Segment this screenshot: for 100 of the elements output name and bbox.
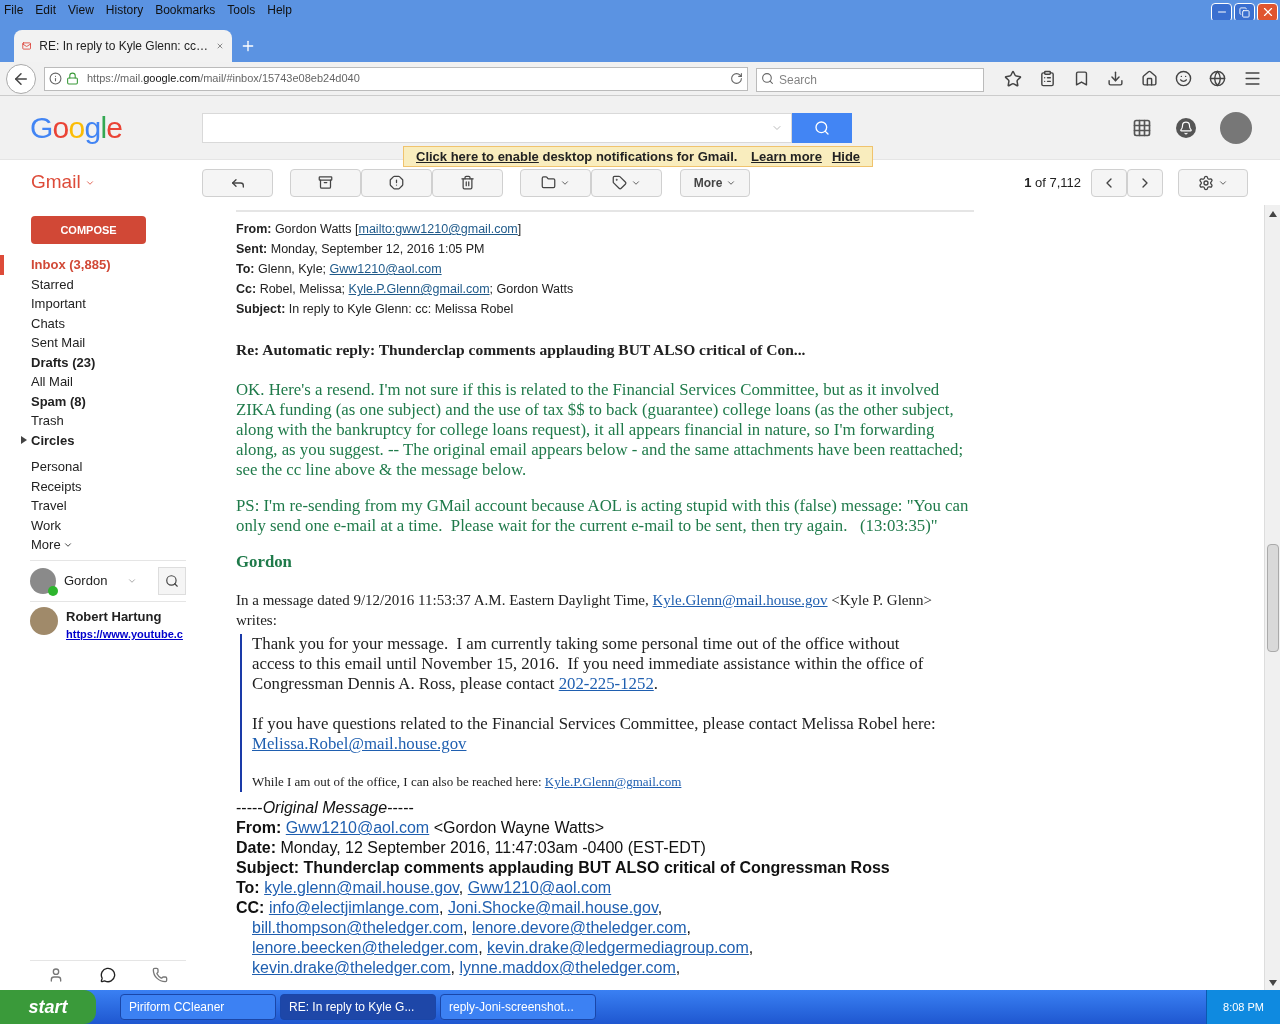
email-link[interactable]: Learn more	[751, 148, 822, 164]
header-line: From: Gww1210@aol.com <Gordon Wayne Watts>	[236, 818, 605, 839]
original-message-heading: -----Original Message-----	[236, 798, 414, 819]
taskbar-button[interactable]: reply-Joni-screenshot...	[440, 994, 596, 1020]
email-link[interactable]: lenore.devore@theledger.com	[471, 919, 687, 937]
folder-link[interactable]: Receipts	[31, 476, 82, 496]
user-name[interactable]: Gordon	[64, 570, 108, 591]
search-field[interactable]: Search	[756, 67, 984, 92]
taskbar-button[interactable]: Piriform CCleaner	[120, 994, 276, 1020]
globe-icon[interactable]	[1209, 70, 1226, 87]
email-link[interactable]: kevin.drake@ledgermediagroup.com	[487, 939, 749, 957]
scroll-up-icon[interactable]	[1268, 209, 1277, 217]
folder-link[interactable]: Travel	[31, 496, 67, 516]
email-link[interactable]: Gww1210@aol.com	[467, 879, 612, 897]
email-link[interactable]: mailto:gww1210@gmail.com	[358, 222, 518, 236]
clipboard-icon[interactable]	[1039, 70, 1056, 87]
download-icon[interactable]	[1107, 70, 1124, 87]
more-button[interactable]: More	[680, 168, 750, 197]
folder-link[interactable]: Work	[31, 515, 62, 535]
email-link[interactable]: Gww1210@aol.com	[329, 262, 442, 276]
smiley-icon[interactable]	[1175, 70, 1192, 87]
scroll-down-icon[interactable]	[1268, 978, 1277, 986]
gmail-label[interactable]: Gmail	[31, 168, 95, 197]
info-icon[interactable]	[49, 72, 62, 85]
menu-icon[interactable]	[1243, 69, 1262, 88]
google-logo[interactable]: Google	[30, 111, 123, 144]
menu-item[interactable]: Edit	[35, 1, 57, 19]
archive-button[interactable]	[290, 168, 361, 197]
notifications-icon[interactable]	[1176, 117, 1196, 138]
menu-item[interactable]: Bookmarks	[155, 1, 216, 19]
report-spam-button[interactable]	[361, 168, 432, 197]
folder-link[interactable]: Starred	[31, 274, 74, 294]
folder-link[interactable]: Important	[31, 294, 86, 314]
folder-link[interactable]: Chats	[31, 313, 65, 333]
folder-link[interactable]: Sent Mail	[31, 333, 86, 353]
settings-button[interactable]	[1178, 168, 1248, 197]
email-link[interactable]: lenore.beecken@theledger.com	[252, 939, 479, 957]
menu-item[interactable]: History	[105, 1, 144, 19]
speech-bubble-icon[interactable]	[100, 966, 116, 983]
email-link[interactable]: Kyle.P.Glenn@gmail.com	[348, 282, 490, 296]
folder-link[interactable]: Drafts (23)	[31, 352, 96, 372]
email-link[interactable]: Click here to enable	[416, 148, 539, 164]
folder-link[interactable]: Trash	[31, 411, 64, 431]
apps-grid-icon[interactable]	[1132, 117, 1152, 138]
person-icon[interactable]	[48, 966, 64, 983]
url-field[interactable]: https://mail.google.com/mail/#inbox/15743e08eb24d040	[44, 66, 748, 91]
email-link[interactable]: Kyle.Glenn@mail.house.gov	[652, 592, 828, 609]
scrollbar[interactable]	[1264, 205, 1280, 990]
search-icon	[165, 573, 179, 588]
collapsed-arrow-icon[interactable]	[19, 436, 27, 445]
email-link[interactable]: Hide	[831, 148, 861, 164]
back-button[interactable]	[6, 63, 36, 94]
menu-item[interactable]: Help	[267, 1, 292, 19]
header-line: Cc: Robel, Melissa; Kyle.P.Glenn@gmail.com; Gordon Watts	[236, 281, 574, 298]
menu-item[interactable]: View	[68, 1, 94, 19]
taskbar-button[interactable]: RE: In reply to Kyle G...	[280, 994, 436, 1020]
search-icon	[814, 119, 830, 136]
header-line: From: Gordon Watts [mailto:gww1210@gmail.com]	[236, 221, 522, 238]
email-link[interactable]: Joni.Shocke@mail.house.gov	[447, 899, 658, 917]
move-to-button[interactable]	[520, 168, 591, 197]
menu-item[interactable]: File	[4, 1, 24, 19]
email-link[interactable]: Kyle.P.Glenn@gmail.com	[544, 774, 682, 790]
quote-paragraph: While I am out of the office, I can also be reached here: Kyle.P.Glenn@gmail.com	[252, 773, 683, 792]
browser-tab[interactable]: RE: In reply to Kyle Glenn: cc…	[14, 30, 232, 62]
folder-link[interactable]: Inbox (3,885)	[31, 255, 111, 275]
status-link[interactable]: https://www.youtube.c	[66, 626, 183, 643]
reload-icon[interactable]	[730, 72, 743, 85]
trash-icon	[460, 175, 475, 190]
email-link[interactable]: Gww1210@aol.com	[285, 819, 430, 837]
folder-link[interactable]: All Mail	[31, 372, 73, 392]
more-link[interactable]: More	[31, 535, 73, 555]
folder-link[interactable]: Spam (8)	[31, 391, 86, 411]
email-link[interactable]: 202-225-1252	[558, 674, 654, 694]
search-button[interactable]	[792, 112, 852, 143]
folder-link[interactable]: Personal	[31, 457, 83, 477]
email-link[interactable]: lynne.maddox@theledger.com	[459, 959, 676, 977]
compose-button[interactable]: COMPOSE	[31, 216, 146, 244]
home-icon[interactable]	[1141, 70, 1158, 87]
quote-paragraph: Thank you for your message. I am currently taking some personal time out of the office without access to this email until November 15, 2016. If you need immediate assistance within the office of Congressman Dennis A. Ross, please contact 202-225-1252.	[252, 634, 925, 695]
menu-item[interactable]: Tools	[227, 1, 256, 19]
labels-button[interactable]	[591, 168, 662, 197]
email-link[interactable]: info@electjimlange.com	[268, 899, 439, 917]
phone-icon[interactable]	[152, 966, 168, 983]
email-link[interactable]: kevin.drake@theledger.com	[252, 959, 451, 977]
bookmark-icon[interactable]	[1073, 70, 1090, 87]
scrollbar-thumb[interactable]	[1266, 543, 1279, 652]
contact-name[interactable]: Robert Hartung	[66, 606, 162, 626]
lock-icon	[66, 72, 79, 85]
quote-paragraph: If you have questions related to the Financial Services Committee, please contact Melissa Robel here: Melissa.Robel@mail.house.gov	[252, 714, 937, 755]
bookmark-star-icon[interactable]	[1004, 69, 1022, 88]
avatar-silhouette[interactable]	[1220, 111, 1252, 144]
email-link[interactable]: Melissa.Robel@mail.house.gov	[252, 734, 467, 754]
mail-search-field[interactable]	[202, 112, 792, 143]
start-button[interactable]: start	[0, 990, 96, 1024]
delete-button[interactable]	[432, 168, 503, 197]
avatar-silhouette	[30, 567, 56, 594]
search-people-button[interactable]	[158, 566, 186, 595]
email-link[interactable]: bill.thompson@theledger.com	[252, 919, 464, 937]
email-link[interactable]: kyle.glenn@mail.house.gov	[264, 879, 459, 897]
folder-link[interactable]: Circles	[31, 430, 75, 450]
